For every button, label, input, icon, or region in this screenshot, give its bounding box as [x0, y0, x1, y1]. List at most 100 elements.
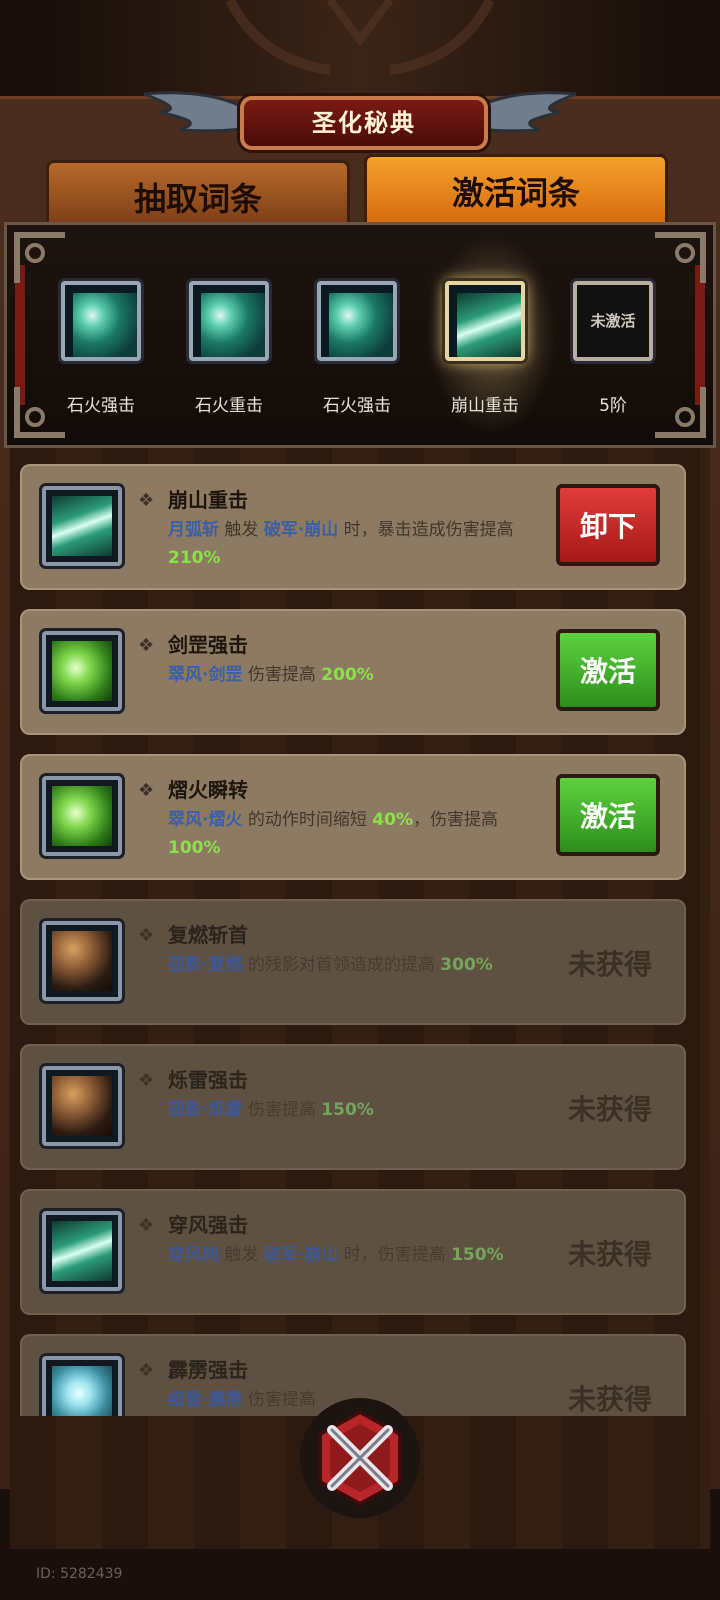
percent-value: 200% [321, 665, 374, 685]
desc-text: 触发 [219, 520, 264, 540]
percent-value: 210% [168, 548, 221, 568]
entry-description: 孤影·烁雷 伤害提高 150% [168, 1096, 538, 1124]
entry-name: 崩山重击 [168, 488, 248, 512]
skill-keyword: 破军·崩山 [263, 520, 339, 540]
slot-3-label: 石火强击 [323, 396, 391, 416]
ice-burst-icon [52, 1366, 112, 1416]
skill-keyword: 孤影·复燃 [168, 955, 243, 975]
entry-icon-frame [42, 776, 122, 856]
activate-button[interactable]: 激活 [556, 774, 660, 856]
teal-slash-icon [329, 293, 393, 357]
skill-keyword: 细雪·霹雳 [168, 1390, 243, 1410]
teal-slash-icon [201, 293, 265, 357]
tab-activate-entries[interactable]: 激活词条 [364, 154, 668, 230]
slot-frame [189, 281, 269, 361]
unequip-button[interactable]: 卸下 [556, 484, 660, 566]
entry-name: 霹雳强击 [168, 1358, 248, 1382]
green-swirl-icon [52, 641, 112, 701]
desc-text: 触发 [219, 1245, 264, 1265]
slot-2[interactable] [189, 281, 269, 361]
page-title: 圣化秘典 [312, 109, 416, 137]
equipped-slots-bar: 石火强击 石火重击 石火强击 崩山重击 未激活 5阶 [4, 222, 716, 448]
entry-description: 翠风·熠火 的动作时间缩短 40%，伤害提高 100% [168, 806, 538, 862]
entry-card: ❖ 崩山重击 月弧斩 触发 破军·崩山 时，暴击造成伤害提高 210% 卸下 [20, 464, 686, 590]
diamond-bullet-icon: ❖ [138, 1070, 155, 1091]
title-plate: 圣化秘典 [240, 96, 488, 150]
entry-card-locked: ❖ 穿风强击 穿风刺 触发 破军·崩山 时，伤害提高 150% 未获得 [20, 1189, 686, 1315]
entry-card-locked: ❖ 复燃斩首 孤影·复燃 的残影对首领造成的提高 300% 未获得 [20, 899, 686, 1025]
close-x-icon [318, 1409, 402, 1507]
entry-name: 穿风强击 [168, 1213, 248, 1237]
entry-icon-frame [42, 1066, 122, 1146]
corner-ornament-icon [14, 232, 65, 283]
slot-4[interactable] [445, 281, 525, 361]
entry-card-locked: ❖ 烁雷强击 孤影·烁雷 伤害提高 150% 未获得 [20, 1044, 686, 1170]
spear-icon [52, 496, 112, 556]
entry-name: 烁雷强击 [168, 1068, 248, 1092]
slot-frame [61, 281, 141, 361]
activate-button[interactable]: 激活 [556, 629, 660, 711]
percent-value: 150% [321, 1100, 374, 1120]
entry-name: 熠火瞬转 [168, 778, 248, 802]
entry-card: ❖ 剑罡强击 翠风·剑罡 伤害提高 200% 激活 [20, 609, 686, 735]
user-id: ID: 5282439 [36, 1566, 123, 1582]
desc-text: 的动作时间缩短 [242, 810, 373, 830]
entry-description: 穿风刺 触发 破军·崩山 时，伤害提高 150% [168, 1241, 538, 1269]
skill-keyword: 孤影·烁雷 [168, 1100, 243, 1120]
entry-icon-frame [42, 921, 122, 1001]
not-obtained-status: 未获得 [567, 1238, 652, 1271]
slot-frame [445, 281, 525, 361]
slot-1[interactable] [61, 281, 141, 361]
straw-hat-icon [52, 931, 112, 991]
percent-value: 100% [168, 838, 221, 858]
desc-text: 时，伤害提高 [338, 1245, 452, 1265]
entry-name: 剑罡强击 [168, 633, 248, 657]
skill-keyword: 翠风·熠火 [168, 810, 243, 830]
slot-5-label: 5阶 [599, 396, 627, 416]
entry-description: 孤影·复燃 的残影对首领造成的提高 300% [168, 951, 538, 979]
percent-value: 300% [440, 955, 493, 975]
entry-description: 月弧斩 触发 破军·崩山 时，暴击造成伤害提高 210% [168, 516, 538, 572]
slot-2-label: 石火重击 [195, 396, 263, 416]
percent-value: 40% [372, 810, 413, 830]
entry-name: 复燃斩首 [168, 923, 248, 947]
desc-text: 伤害提高 [242, 1100, 322, 1120]
tab-draw-entries[interactable]: 抽取词条 [46, 160, 350, 230]
diamond-bullet-icon: ❖ [138, 490, 155, 511]
corner-ornament-icon [655, 232, 706, 283]
entry-icon-frame [42, 1356, 122, 1416]
teal-slash-icon [73, 293, 137, 357]
not-obtained-status: 未获得 [567, 1093, 652, 1126]
slot-frame [317, 281, 397, 361]
diamond-bullet-icon: ❖ [138, 780, 155, 801]
spear-icon [457, 293, 521, 357]
slot-4-label: 崩山重击 [451, 396, 519, 416]
not-obtained-status: 未获得 [567, 1383, 652, 1416]
desc-text: 伤害提高 [242, 665, 322, 685]
slot-frame: 未激活 [573, 281, 653, 361]
slot-5[interactable]: 未激活 [573, 281, 653, 361]
slot-3[interactable] [317, 281, 397, 361]
desc-text: ，伤害提高 [412, 810, 498, 830]
skill-keyword: 破军·崩山 [263, 1245, 339, 1265]
close-button[interactable] [300, 1398, 420, 1518]
diamond-bullet-icon: ❖ [138, 1215, 155, 1236]
empty-slot-label: 未激活 [590, 312, 636, 330]
skill-keyword: 翠风·剑罡 [168, 665, 243, 685]
skill-keyword: 穿风刺 [168, 1245, 219, 1265]
title-banner: 圣化秘典 [140, 80, 580, 160]
entry-icon-frame [42, 631, 122, 711]
diamond-bullet-icon: ❖ [138, 635, 155, 656]
desc-text: 的残影对首领造成的提高 [242, 955, 441, 975]
slot-1-label: 石火强击 [67, 396, 135, 416]
not-obtained-status: 未获得 [567, 948, 652, 981]
entry-icon-frame [42, 486, 122, 566]
green-swirl-icon [52, 786, 112, 846]
straw-hat-icon [52, 1076, 112, 1136]
diamond-bullet-icon: ❖ [138, 925, 155, 946]
skill-keyword: 月弧斩 [168, 520, 219, 540]
diamond-bullet-icon: ❖ [138, 1360, 155, 1381]
desc-text: 时，暴击造成伤害提高 [338, 520, 514, 540]
entry-description: 翠风·剑罡 伤害提高 200% [168, 661, 538, 689]
entry-icon-frame [42, 1211, 122, 1291]
